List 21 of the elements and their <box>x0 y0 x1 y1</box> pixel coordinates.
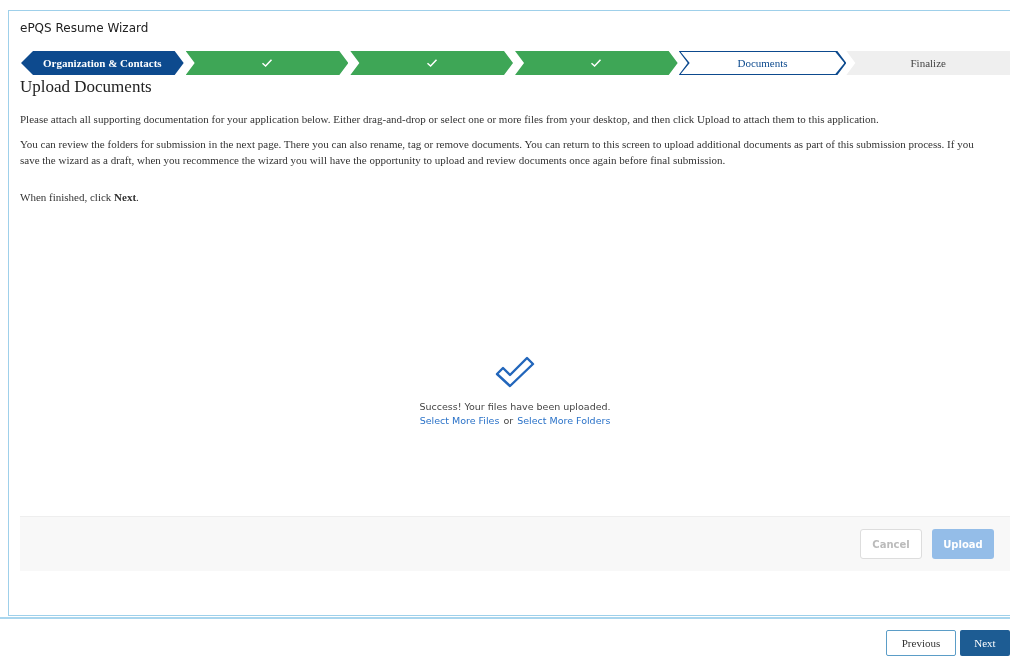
window-title: ePQS Resume Wizard <box>20 21 150 35</box>
instruction-text: You can review the folders for submission in the next page. There you can also rename, tag or remove documents. You can return to this screen to upload additional documents as part of this submission process. If you save the wizard as a draft, when you recommence the wizard you will have the opportunity to upload and review documents once again before final submission. <box>20 137 975 168</box>
checkmark-icon <box>261 58 273 68</box>
or-text: or <box>503 414 514 426</box>
checkmark-icon <box>590 58 603 68</box>
wizard-step[interactable]: Organization & Contacts <box>20 51 185 75</box>
wizard-step[interactable]: Finalize <box>846 51 1010 75</box>
wizard-step[interactable]: Documents <box>678 51 847 75</box>
page-heading: Upload Documents <box>20 77 153 97</box>
footer-button[interactable]: Previous <box>886 630 956 656</box>
select-files-link[interactable]: Select More Files <box>419 414 500 426</box>
wizard-step[interactable] <box>349 51 514 75</box>
checkmark-icon <box>425 58 438 68</box>
footer-button[interactable]: Next <box>960 630 1010 656</box>
wizard-step[interactable] <box>184 51 350 75</box>
select-folders-link[interactable]: Select More Folders <box>517 414 611 426</box>
success-message: Success! Your files have been uploaded. <box>419 400 611 412</box>
instruction-text: Please attach all supporting documentation for your application below. Either drag-and-drop or select one or more files from your desktop, and then click Upload to attach them to this application. <box>20 112 880 127</box>
instruction-text: When finished, click Next. <box>20 190 140 205</box>
wizard-step[interactable] <box>514 51 679 75</box>
checkmark-icon <box>495 354 535 389</box>
